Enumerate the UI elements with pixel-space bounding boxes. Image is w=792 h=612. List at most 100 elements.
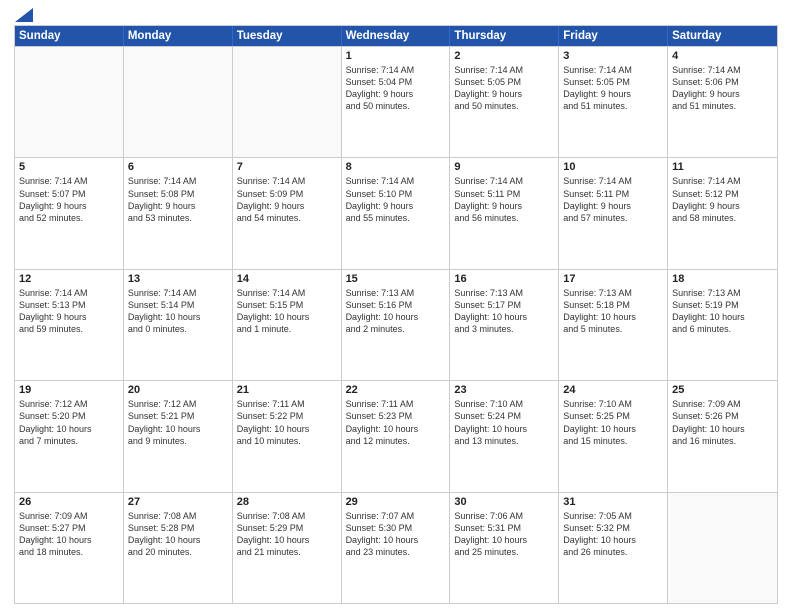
cell-info-line: and 18 minutes. [19, 546, 119, 558]
cell-info-line: Sunset: 5:31 PM [454, 522, 554, 534]
cell-info-line: Daylight: 10 hours [563, 534, 663, 546]
day-number: 17 [563, 273, 663, 285]
cell-info-line: Sunset: 5:25 PM [563, 410, 663, 422]
cell-info-line: Sunset: 5:05 PM [454, 76, 554, 88]
day-number: 1 [346, 50, 446, 62]
logo-triangle-icon [15, 8, 33, 22]
cell-info-line: Sunset: 5:11 PM [563, 188, 663, 200]
cell-info-line: and 52 minutes. [19, 212, 119, 224]
cell-info-line: Sunset: 5:24 PM [454, 410, 554, 422]
cell-info-line: Sunset: 5:30 PM [346, 522, 446, 534]
cell-info-line: Sunset: 5:07 PM [19, 188, 119, 200]
cell-info-line: and 0 minutes. [128, 323, 228, 335]
cell-info-line: Sunset: 5:11 PM [454, 188, 554, 200]
cell-info-line: Sunrise: 7:14 AM [19, 175, 119, 187]
day-cell-17: 17Sunrise: 7:13 AMSunset: 5:18 PMDayligh… [559, 270, 668, 380]
cell-info-line: and 56 minutes. [454, 212, 554, 224]
cell-info-line: and 54 minutes. [237, 212, 337, 224]
day-number: 10 [563, 161, 663, 173]
day-number: 5 [19, 161, 119, 173]
day-cell-31: 31Sunrise: 7:05 AMSunset: 5:32 PMDayligh… [559, 493, 668, 603]
day-number: 30 [454, 496, 554, 508]
cell-info-line: Sunrise: 7:10 AM [563, 398, 663, 410]
cell-info-line: Sunrise: 7:14 AM [128, 175, 228, 187]
day-number: 18 [672, 273, 773, 285]
day-number: 16 [454, 273, 554, 285]
empty-cell [233, 47, 342, 157]
cell-info-line: Daylight: 9 hours [563, 88, 663, 100]
calendar-week-1: 1Sunrise: 7:14 AMSunset: 5:04 PMDaylight… [15, 46, 777, 157]
cell-info-line: and 58 minutes. [672, 212, 773, 224]
day-cell-11: 11Sunrise: 7:14 AMSunset: 5:12 PMDayligh… [668, 158, 777, 268]
cell-info-line: and 26 minutes. [563, 546, 663, 558]
cell-info-line: and 21 minutes. [237, 546, 337, 558]
cell-info-line: Sunset: 5:06 PM [672, 76, 773, 88]
calendar-body: 1Sunrise: 7:14 AMSunset: 5:04 PMDaylight… [15, 46, 777, 603]
cell-info-line: Daylight: 10 hours [454, 311, 554, 323]
day-number: 7 [237, 161, 337, 173]
calendar-week-2: 5Sunrise: 7:14 AMSunset: 5:07 PMDaylight… [15, 157, 777, 268]
cell-info-line: Daylight: 10 hours [454, 423, 554, 435]
calendar-header: SundayMondayTuesdayWednesdayThursdayFrid… [15, 26, 777, 46]
cell-info-line: Sunset: 5:12 PM [672, 188, 773, 200]
day-cell-26: 26Sunrise: 7:09 AMSunset: 5:27 PMDayligh… [15, 493, 124, 603]
day-number: 14 [237, 273, 337, 285]
cell-info-line: Daylight: 10 hours [128, 311, 228, 323]
cell-info-line: Sunset: 5:13 PM [19, 299, 119, 311]
cell-info-line: Daylight: 10 hours [672, 311, 773, 323]
day-cell-19: 19Sunrise: 7:12 AMSunset: 5:20 PMDayligh… [15, 381, 124, 491]
day-cell-8: 8Sunrise: 7:14 AMSunset: 5:10 PMDaylight… [342, 158, 451, 268]
day-number: 12 [19, 273, 119, 285]
cell-info-line: Sunrise: 7:12 AM [19, 398, 119, 410]
cell-info-line: Sunrise: 7:13 AM [563, 287, 663, 299]
cell-info-line: Sunset: 5:26 PM [672, 410, 773, 422]
cell-info-line: and 20 minutes. [128, 546, 228, 558]
cell-info-line: Sunrise: 7:05 AM [563, 510, 663, 522]
cell-info-line: Sunset: 5:09 PM [237, 188, 337, 200]
cell-info-line: Sunrise: 7:14 AM [237, 175, 337, 187]
day-cell-9: 9Sunrise: 7:14 AMSunset: 5:11 PMDaylight… [450, 158, 559, 268]
cell-info-line: Sunset: 5:32 PM [563, 522, 663, 534]
cell-info-line: Daylight: 9 hours [454, 88, 554, 100]
cell-info-line: Sunrise: 7:09 AM [672, 398, 773, 410]
day-cell-22: 22Sunrise: 7:11 AMSunset: 5:23 PMDayligh… [342, 381, 451, 491]
calendar: SundayMondayTuesdayWednesdayThursdayFrid… [14, 25, 778, 604]
cell-info-line: and 57 minutes. [563, 212, 663, 224]
day-number: 9 [454, 161, 554, 173]
cell-info-line: Daylight: 9 hours [346, 200, 446, 212]
day-number: 15 [346, 273, 446, 285]
cell-info-line: and 51 minutes. [563, 100, 663, 112]
cell-info-line: and 7 minutes. [19, 435, 119, 447]
day-number: 25 [672, 384, 773, 396]
cell-info-line: Sunrise: 7:11 AM [237, 398, 337, 410]
cell-info-line: Daylight: 10 hours [454, 534, 554, 546]
cell-info-line: and 1 minute. [237, 323, 337, 335]
cell-info-line: and 51 minutes. [672, 100, 773, 112]
cell-info-line: Daylight: 9 hours [237, 200, 337, 212]
day-cell-24: 24Sunrise: 7:10 AMSunset: 5:25 PMDayligh… [559, 381, 668, 491]
day-cell-2: 2Sunrise: 7:14 AMSunset: 5:05 PMDaylight… [450, 47, 559, 157]
cell-info-line: and 50 minutes. [454, 100, 554, 112]
day-cell-10: 10Sunrise: 7:14 AMSunset: 5:11 PMDayligh… [559, 158, 668, 268]
day-number: 19 [19, 384, 119, 396]
day-cell-7: 7 Sunrise: 7:14 AMSunset: 5:09 PMDaylight… [233, 158, 342, 268]
header-day-wednesday: Wednesday [342, 26, 451, 46]
cell-info-line: Daylight: 9 hours [672, 200, 773, 212]
cell-info-line: Sunrise: 7:06 AM [454, 510, 554, 522]
cell-info-line: Sunrise: 7:14 AM [346, 175, 446, 187]
cell-info-line: Daylight: 10 hours [563, 311, 663, 323]
cell-info-line: Daylight: 10 hours [19, 423, 119, 435]
cell-info-line: Daylight: 10 hours [128, 534, 228, 546]
day-number: 28 [237, 496, 337, 508]
page-header [14, 10, 778, 19]
cell-info-line: Daylight: 10 hours [237, 311, 337, 323]
day-number: 8 [346, 161, 446, 173]
day-cell-28: 28Sunrise: 7:08 AMSunset: 5:29 PMDayligh… [233, 493, 342, 603]
cell-info-line: and 12 minutes. [346, 435, 446, 447]
cell-info-line: Sunrise: 7:14 AM [672, 64, 773, 76]
cell-info-line: Daylight: 9 hours [19, 311, 119, 323]
cell-info-line: Sunset: 5:28 PM [128, 522, 228, 534]
cell-info-line: Daylight: 9 hours [672, 88, 773, 100]
cell-info-line: and 16 minutes. [672, 435, 773, 447]
day-number: 6 [128, 161, 228, 173]
